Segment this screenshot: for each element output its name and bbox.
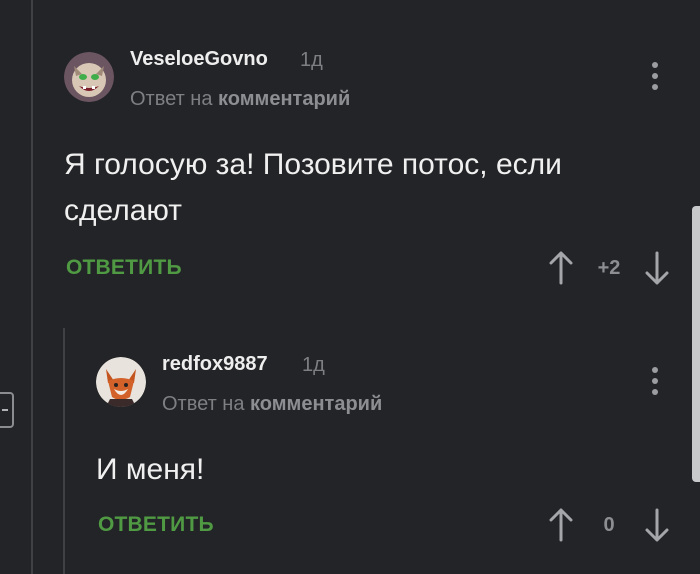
collapse-minus-icon [2, 409, 8, 411]
comment-username[interactable]: VeseloeGovno [130, 48, 268, 71]
avatar[interactable] [96, 357, 146, 407]
upvote-arrow-icon[interactable] [548, 250, 574, 286]
reply-button[interactable]: ОТВЕТИТЬ [98, 513, 214, 537]
comment-username[interactable]: redfox9887 [162, 353, 268, 376]
downvote-arrow-icon[interactable] [644, 507, 670, 543]
reply-prefix: Ответ на [162, 393, 245, 415]
comment-text: Я голосую за! Позовите потос, если сдела… [64, 148, 562, 227]
reply-reference: Ответ на комментарий [162, 393, 382, 416]
comment-text: И меня! [96, 453, 205, 486]
thread-line [31, 0, 33, 574]
reply-reference: Ответ на комментарий [130, 88, 350, 111]
thread-line-nested [63, 328, 65, 574]
comment-age: 1д [300, 49, 323, 71]
downvote-arrow-icon[interactable] [644, 250, 670, 286]
comment-rating: 0 [603, 514, 615, 536]
reply-prefix: Ответ на [130, 88, 213, 110]
reply-target-link[interactable]: комментарий [250, 393, 382, 415]
comment-age: 1д [302, 354, 325, 376]
reply-button[interactable]: ОТВЕТИТЬ [66, 256, 182, 280]
more-vertical-icon[interactable] [652, 62, 660, 95]
upvote-arrow-icon[interactable] [548, 507, 574, 543]
reply-target-link[interactable]: комментарий [218, 88, 350, 110]
more-vertical-icon[interactable] [652, 367, 660, 400]
scrollbar[interactable] [692, 206, 700, 482]
avatar[interactable] [64, 52, 114, 102]
collapse-thread-button[interactable] [0, 392, 14, 428]
comment-rating: +2 [597, 257, 621, 279]
